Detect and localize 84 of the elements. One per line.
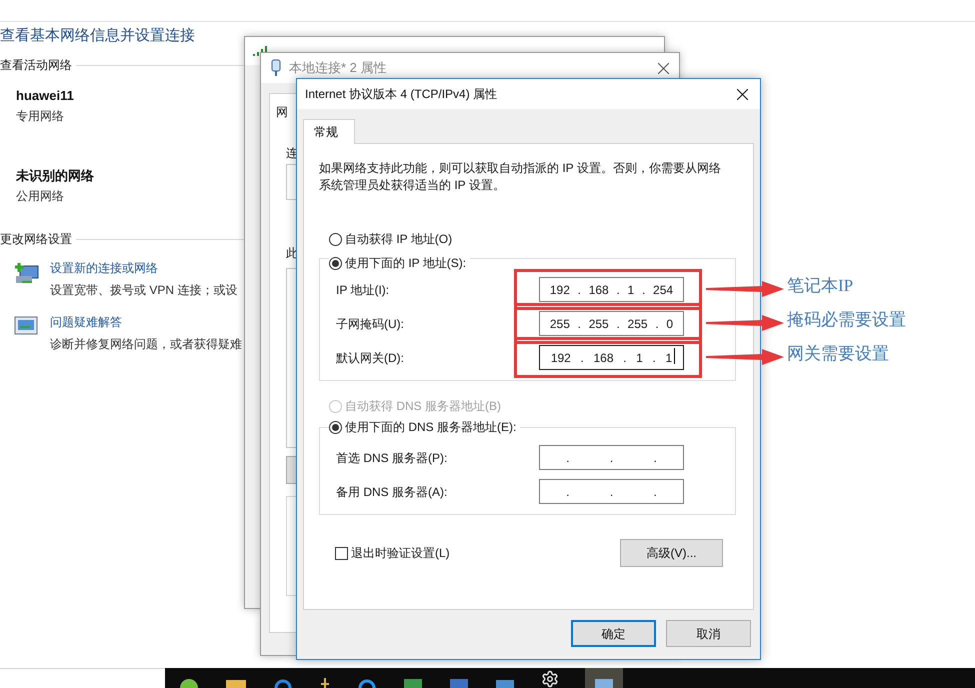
field-label: 首选 DNS 服务器(P): xyxy=(336,450,448,466)
intro-text: 如果网络支持此功能，则可以获取自动指派的 IP 设置。否则，你需要从网络系统管理员处获得适当的 IP 设置。 xyxy=(319,160,722,194)
radio-label: 使用下面的 IP 地址(S): xyxy=(345,256,466,270)
octet-text: 255 xyxy=(628,316,648,332)
window-title: Internet 协议版本 4 (TCP/IPv4) 属性 xyxy=(305,86,498,103)
network-name: 未识别的网络 xyxy=(16,168,94,184)
window-title: 本地连接* 2 属性 xyxy=(289,59,387,78)
dot-separator: . xyxy=(578,282,581,298)
octet-text: 168 xyxy=(593,350,614,366)
monitor-icon xyxy=(14,316,38,336)
dot-separator: . xyxy=(616,316,620,332)
field-label: 备用 DNS 服务器(A): xyxy=(336,484,448,500)
ring-icon[interactable] xyxy=(357,678,377,688)
arrow-icon xyxy=(706,348,784,366)
page-heading: 查看基本网络信息并设置连接 xyxy=(0,26,196,46)
dot-separator: . xyxy=(623,350,626,366)
radio-button[interactable] xyxy=(329,232,342,246)
radio-label: 自动获得 IP 地址(O) xyxy=(345,232,452,246)
active-app-tile[interactable] xyxy=(585,668,623,688)
network-type: 专用网络 xyxy=(16,108,64,124)
network-name: huawei11 xyxy=(16,88,74,104)
close-icon xyxy=(737,88,748,100)
dot-separator: . xyxy=(610,484,614,500)
octet-text: 1 xyxy=(665,348,672,366)
task-description: 设置宽带、拨号或 VPN 连接；或设 xyxy=(50,282,238,298)
dot-separator: . xyxy=(652,350,656,366)
window-icon xyxy=(594,678,614,688)
checkbox[interactable] xyxy=(335,546,348,560)
dot-separator: . xyxy=(655,316,659,332)
radio-label: 自动获得 DNS 服务器地址(B) xyxy=(345,399,501,413)
ip-address-field[interactable]: . . . xyxy=(539,479,684,504)
section-heading: 查看活动网络 xyxy=(0,57,72,74)
tab[interactable]: 常规 xyxy=(303,119,355,144)
octet-text: 168 xyxy=(588,282,609,298)
task-link[interactable]: 设置新的连接或网络 xyxy=(50,260,158,276)
octet-text: 255 xyxy=(588,316,609,332)
octet-text: 0 xyxy=(666,316,674,332)
radio-button[interactable] xyxy=(329,256,342,270)
annotation-text: 笔记本IP xyxy=(787,275,854,297)
dot-separator: . xyxy=(653,450,657,466)
task-link[interactable]: 问题疑难解答 xyxy=(50,314,122,330)
dialog-button[interactable]: 确定 xyxy=(571,620,656,647)
field-label: IP 地址(I): xyxy=(336,282,390,298)
close-button[interactable] xyxy=(737,88,748,100)
ring-icon[interactable] xyxy=(273,678,293,688)
field-label: 子网掩码(U): xyxy=(336,316,405,332)
octet-text: 1 xyxy=(628,282,634,298)
monitor-plus-icon xyxy=(14,262,40,286)
arrow-icon xyxy=(706,314,784,332)
octet-text: 1 xyxy=(636,350,643,366)
octet-text: 254 xyxy=(653,282,674,298)
dot-separator: . xyxy=(642,282,646,298)
advanced-button[interactable]: 高级(V)... xyxy=(620,539,723,567)
dot-separator: . xyxy=(616,282,620,298)
ip-address-field[interactable]: 255 . 255 . 255 . 0 xyxy=(539,311,684,336)
octet-text: 192 xyxy=(550,350,571,366)
close-icon xyxy=(658,62,669,74)
annotation-text: 掩码必需要设置 xyxy=(787,309,906,331)
dialog-button[interactable]: 取消 xyxy=(666,620,751,647)
close-button[interactable] xyxy=(658,62,669,74)
ip-address-field[interactable]: . . . xyxy=(539,445,684,470)
dot-separator: . xyxy=(566,484,570,500)
dot-separator: . xyxy=(610,450,614,466)
octet-text: 192 xyxy=(550,282,570,298)
annotation-text: 网关需要设置 xyxy=(787,343,889,365)
dot-separator: . xyxy=(566,450,570,466)
ip-address-field[interactable]: 192 . 168 . 1 . 254 xyxy=(539,277,684,302)
radio-button[interactable] xyxy=(329,420,342,434)
field-label: 默认网关(D): xyxy=(336,350,405,366)
octet-text: 255 xyxy=(550,316,570,332)
dot-separator: . xyxy=(653,484,657,500)
checkbox-label: 退出时验证设置(L) xyxy=(351,545,450,562)
dot-separator: . xyxy=(580,350,584,366)
radio-label: 使用下面的 DNS 服务器地址(E): xyxy=(345,420,516,434)
folder-icon[interactable] xyxy=(225,678,247,688)
tab-label[interactable]: 网 xyxy=(276,105,288,119)
ip-address-field[interactable]: 192 . 168 . 1 . 1 xyxy=(539,345,684,370)
section-heading: 更改网络设置 xyxy=(0,231,72,248)
network-type: 公用网络 xyxy=(16,188,64,204)
arrow-icon xyxy=(706,280,784,298)
gear-icon[interactable] xyxy=(541,670,559,688)
task-description: 诊断并修复网络问题，或者获得疑难 xyxy=(50,336,242,352)
dot-separator: . xyxy=(578,316,581,332)
network-adapter-icon xyxy=(271,59,281,77)
